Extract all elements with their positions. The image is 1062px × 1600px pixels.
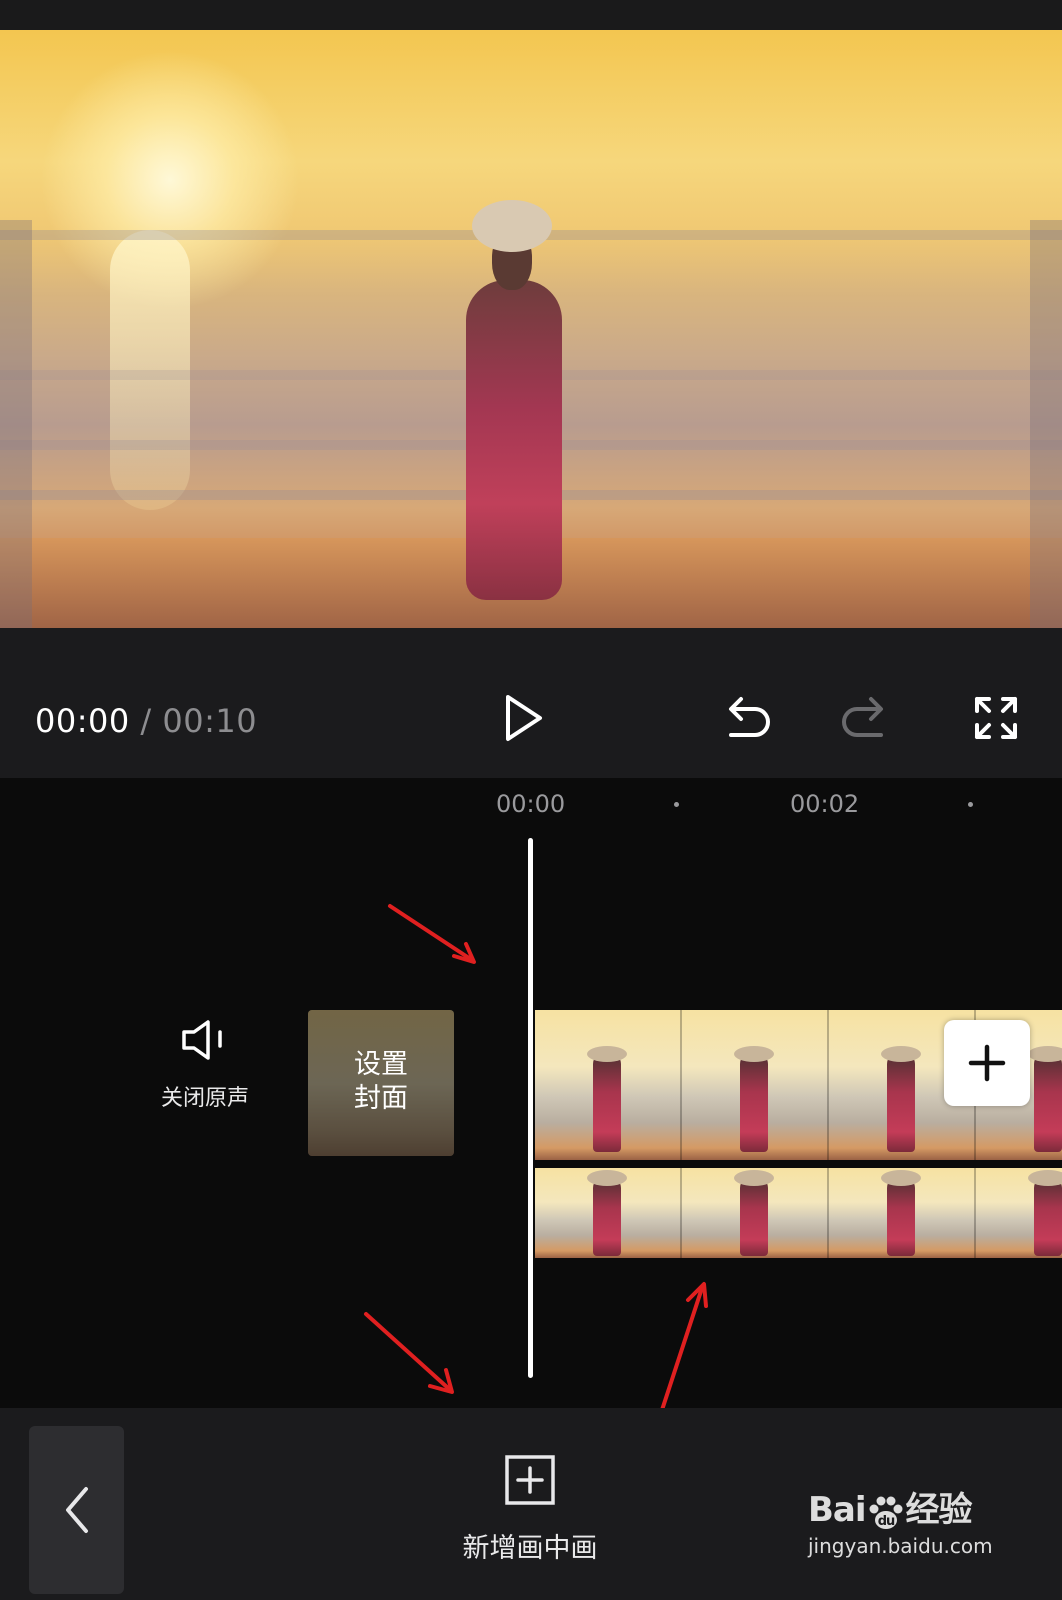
add-box-icon (505, 1455, 555, 1505)
add-clip-button[interactable] (944, 1020, 1030, 1106)
video-preview[interactable] (0, 30, 1062, 628)
status-bar (0, 0, 1062, 30)
clip-frame (682, 1010, 829, 1160)
mute-original-audio-button[interactable]: 关闭原声 (150, 1018, 260, 1112)
timeline[interactable]: 关闭原声 设置 封面 (0, 838, 1062, 1412)
clip-frame (682, 1168, 829, 1258)
clip-frame (535, 1010, 682, 1160)
play-button[interactable] (498, 692, 550, 744)
annotation-arrow (660, 1282, 708, 1412)
redo-icon (842, 697, 883, 737)
plus-icon (968, 1044, 1006, 1082)
annotation-arrow (388, 904, 476, 964)
watermark-url: jingyan.baidu.com (808, 1533, 993, 1558)
mute-label: 关闭原声 (160, 1086, 249, 1111)
time-separator: / (140, 702, 152, 740)
set-cover-label: 设置 封面 (354, 1049, 408, 1114)
set-cover-button[interactable]: 设置 封面 (308, 1010, 454, 1156)
baidu-jingyan-watermark: Bai du 经验 jingyan.baidu.com (808, 1482, 1008, 1558)
undo-button[interactable] (722, 692, 774, 744)
play-icon (506, 695, 542, 741)
pip-label: 新增画中画 (462, 1533, 598, 1564)
clip-frame (829, 1168, 976, 1258)
svg-text:du: du (877, 1514, 894, 1529)
redo-button[interactable] (838, 692, 890, 744)
overlay-video-track[interactable] (535, 1168, 1062, 1258)
ruler-dot (968, 802, 973, 807)
undo-icon (729, 697, 770, 737)
paw-logo-icon: du (869, 1496, 903, 1529)
playback-controls: 00:00 / 00:10 (0, 628, 1062, 778)
ruler-label-0: 00:00 (496, 790, 566, 818)
clip-frame (535, 1168, 682, 1258)
speaker-icon (182, 1020, 222, 1060)
time-display: 00:00 / 00:10 (35, 702, 257, 740)
ruler-dot (674, 802, 679, 807)
preview-subject (450, 200, 570, 610)
fullscreen-icon (975, 697, 1017, 739)
time-ruler[interactable]: 00:00 00:02 (0, 778, 1062, 838)
ruler-label-1: 00:02 (790, 790, 860, 818)
fullscreen-button[interactable] (970, 692, 1022, 744)
watermark-brand-left: Bai (808, 1490, 867, 1530)
watermark-brand-right: 经验 (905, 1490, 973, 1530)
add-picture-in-picture-button[interactable]: 新增画中画 (440, 1454, 620, 1565)
total-time: 00:10 (162, 702, 258, 740)
playhead[interactable] (528, 838, 533, 1378)
annotation-arrow (364, 1312, 454, 1394)
current-time: 00:00 (35, 702, 130, 740)
back-button[interactable] (29, 1426, 124, 1594)
clip-frame (976, 1168, 1062, 1258)
chevron-left-icon (65, 1487, 88, 1533)
